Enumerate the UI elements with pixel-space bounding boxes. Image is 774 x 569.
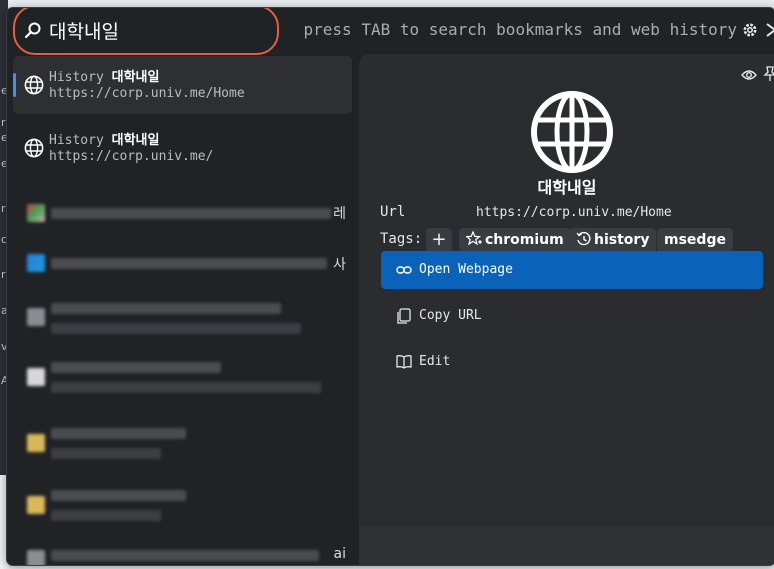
- redacted-text: [51, 448, 161, 459]
- gear-icon[interactable]: [741, 21, 759, 39]
- globe-icon: [531, 91, 613, 173]
- redacted-text: [51, 362, 221, 373]
- tag-chromium[interactable]: chromium: [459, 228, 571, 252]
- redacted-result-item[interactable]: [13, 290, 352, 348]
- result-title: History 대학내일: [49, 70, 160, 85]
- tag-label: chromium: [485, 232, 564, 248]
- url-value: https://corp.univ.me/Home: [476, 205, 672, 220]
- redacted-text: [51, 510, 161, 521]
- copy-url-button[interactable]: Copy URL: [381, 297, 763, 335]
- launcher-window: press TAB to search bookmarks and web hi…: [6, 7, 774, 566]
- tags-label: Tags:: [380, 231, 423, 247]
- redacted-result-item[interactable]: [13, 416, 352, 474]
- detail-title: 대학내일: [537, 178, 597, 197]
- results-list: History 대학내일 https://corp.univ.me/Home H…: [7, 54, 359, 565]
- redacted-text: [51, 382, 321, 393]
- link-icon: [396, 266, 412, 274]
- favicon-icon: [27, 254, 45, 272]
- edit-button[interactable]: Edit: [381, 343, 763, 381]
- tag-msedge[interactable]: msedge: [657, 228, 733, 252]
- search-input[interactable]: [49, 17, 269, 43]
- bg-letter: r: [1, 202, 6, 215]
- copy-icon: [397, 308, 411, 324]
- search-hint: press TAB to search bookmarks and web hi…: [303, 20, 737, 39]
- details-panel: 대학내일 Url https://corp.univ.me/Home Tags:…: [359, 54, 774, 565]
- redacted-result-item[interactable]: [13, 478, 352, 536]
- result-url: https://corp.univ.me/: [49, 149, 214, 164]
- redacted-tail: ai: [333, 546, 346, 562]
- globe-icon: [24, 138, 44, 158]
- history-icon: [576, 231, 591, 246]
- redacted-tail: 사: [333, 257, 346, 273]
- bg-letter: r: [1, 268, 6, 281]
- favicon-icon: [27, 368, 45, 386]
- close-icon[interactable]: [763, 20, 774, 40]
- action-label: Edit: [419, 354, 451, 369]
- result-title: History 대학내일: [49, 133, 160, 148]
- eye-icon[interactable]: [741, 68, 757, 82]
- favicon-icon: [27, 434, 45, 452]
- redacted-text: [51, 428, 186, 439]
- redacted-text: [51, 258, 327, 269]
- globe-icon: [24, 75, 44, 95]
- tag-label: history: [594, 232, 650, 248]
- tag-label: msedge: [664, 232, 726, 248]
- favicon-icon: [27, 496, 45, 514]
- tag-history[interactable]: history: [569, 228, 657, 252]
- redacted-result-item[interactable]: [13, 350, 352, 408]
- add-tag-button[interactable]: +: [426, 228, 452, 252]
- open-webpage-button[interactable]: Open Webpage: [381, 251, 763, 289]
- favicon-icon: [27, 308, 45, 326]
- favicon-icon: [27, 550, 45, 565]
- search-bar: press TAB to search bookmarks and web hi…: [7, 8, 774, 55]
- redacted-text: [51, 323, 301, 334]
- favicon-icon: [27, 204, 45, 222]
- result-url: https://corp.univ.me/Home: [49, 86, 245, 101]
- redacted-result-item[interactable]: 레: [13, 182, 352, 240]
- redacted-text: [51, 208, 331, 219]
- redacted-text: [51, 550, 319, 561]
- edit-book-icon: [396, 355, 412, 369]
- redacted-text: [51, 490, 186, 501]
- result-item[interactable]: History 대학내일 https://corp.univ.me/: [13, 119, 352, 177]
- url-label: Url: [380, 204, 406, 220]
- result-item[interactable]: History 대학내일 https://corp.univ.me/Home: [13, 56, 352, 114]
- action-label: Copy URL: [419, 308, 482, 323]
- action-label: Open Webpage: [419, 262, 513, 277]
- bg-letter: r: [1, 116, 6, 129]
- redacted-result-item[interactable]: 사: [13, 236, 352, 294]
- redacted-result-item[interactable]: ai: [13, 532, 352, 565]
- star-icon: [464, 230, 482, 246]
- redacted-tail: 레: [333, 206, 346, 222]
- search-icon: [24, 22, 41, 39]
- details-footer: [359, 527, 774, 565]
- redacted-text: [51, 303, 281, 314]
- pin-icon[interactable]: [763, 66, 774, 82]
